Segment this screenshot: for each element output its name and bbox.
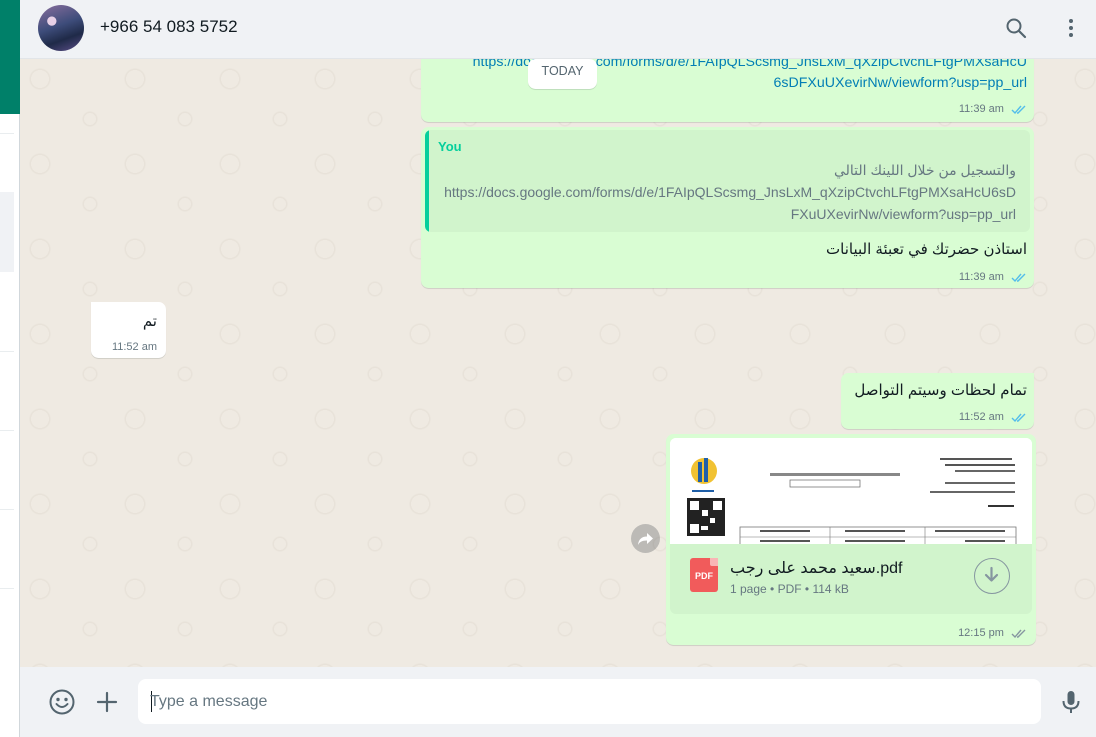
divider <box>0 430 14 431</box>
document-meta: 1 page • PDF • 114 kB <box>730 582 849 596</box>
download-icon <box>984 566 999 582</box>
download-button[interactable] <box>974 558 1010 594</box>
message-time: 11:52 am <box>959 411 1027 423</box>
message-time: 11:39 am <box>959 271 1027 283</box>
contact-name[interactable]: +966 54 083 5752 <box>100 17 238 37</box>
selected-chat-item[interactable] <box>0 192 14 272</box>
document-file-name[interactable]: سعيد محمد على رجب.pdf <box>730 558 902 578</box>
attach-plus-icon[interactable] <box>93 688 121 716</box>
microphone-icon[interactable] <box>1057 688 1085 716</box>
message-composer <box>20 667 1096 737</box>
message-text: تم <box>142 313 157 330</box>
quote-text-line: والتسجيل من خلال اللينك التالي <box>833 162 1016 178</box>
sidebar-header-strip <box>0 0 20 114</box>
forward-icon <box>638 533 653 545</box>
menu-icon[interactable] <box>1059 16 1083 40</box>
quote-accent-bar <box>425 130 429 232</box>
message-input-box[interactable] <box>138 679 1041 724</box>
divider <box>0 351 14 352</box>
quoted-message[interactable]: You والتسجيل من خلال اللينك التالي https… <box>425 130 1030 232</box>
divider <box>0 509 14 510</box>
avatar[interactable] <box>38 5 84 51</box>
message-bubble-outgoing[interactable]: You والتسجيل من خلال اللينك التالي https… <box>421 127 1034 288</box>
message-list[interactable]: https://docs.google.com/forms/d/e/1FAIpQ… <box>20 59 1096 667</box>
double-check-read-icon <box>1011 105 1026 115</box>
message-input[interactable] <box>150 679 1030 724</box>
document-thumbnail <box>670 438 1032 544</box>
message-bubble-incoming[interactable]: تم 11:52 am <box>91 302 166 358</box>
quote-text-line: FXuUXevirNw/viewform?usp=pp_url <box>790 206 1016 222</box>
message-time: 11:39 am <box>959 103 1027 115</box>
message-time: 12:15 pm <box>958 627 1027 639</box>
message-bubble-outgoing[interactable]: تمام لحظات وسيتم التواصل 11:52 am <box>841 373 1034 429</box>
search-icon[interactable] <box>1004 16 1028 40</box>
double-check-read-icon <box>1011 413 1026 423</box>
message-text: تمام لحظات وسيتم التواصل <box>854 382 1027 399</box>
double-check-delivered-icon <box>1011 629 1026 639</box>
double-check-read-icon <box>1011 273 1026 283</box>
message-bubble-outgoing[interactable]: https://docs.google.com/forms/d/e/1FAIpQ… <box>421 59 1034 122</box>
forward-button[interactable] <box>631 524 660 553</box>
emoji-icon[interactable] <box>48 688 76 716</box>
chat-list-sidebar <box>0 0 20 737</box>
quote-author: You <box>438 139 462 154</box>
message-time: 11:52 am <box>111 341 157 353</box>
document-info[interactable]: PDF سعيد محمد على رجب.pdf 1 page • PDF •… <box>670 544 1032 614</box>
conversation-header: +966 54 083 5752 <box>20 0 1096 59</box>
pdf-file-icon: PDF <box>690 558 718 592</box>
quote-text-line: https://docs.google.com/forms/d/e/1FAIpQ… <box>444 184 1016 200</box>
document-message[interactable]: PDF سعيد محمد على رجب.pdf 1 page • PDF •… <box>666 434 1036 645</box>
document-preview[interactable] <box>670 438 1032 544</box>
message-text: استاذن حضرتك في تعبئة البيانات <box>826 241 1027 258</box>
divider <box>0 588 14 589</box>
divider <box>0 133 14 134</box>
date-divider: TODAY <box>528 59 597 89</box>
